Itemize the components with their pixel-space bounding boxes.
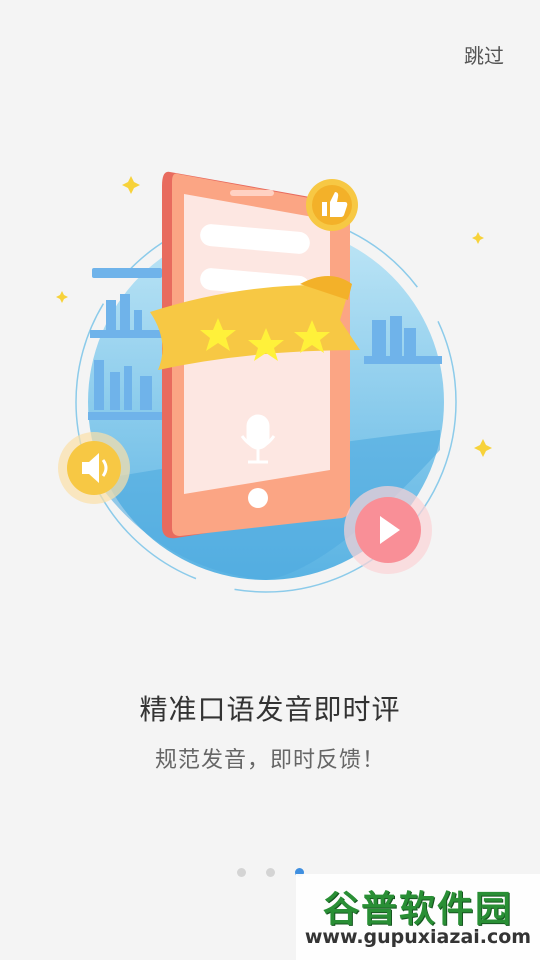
onboarding-title: 精准口语发音即时评 bbox=[139, 693, 401, 726]
onboarding-subtitle: 规范发音，即时反馈！ bbox=[154, 748, 385, 773]
speaking-illustration bbox=[56, 171, 492, 593]
play-icon bbox=[344, 486, 432, 574]
page-dot[interactable] bbox=[265, 868, 275, 877]
skip-button[interactable]: 跳过 bbox=[464, 40, 504, 69]
watermark: 谷普软件园 www.gupuxiazai.com bbox=[296, 874, 540, 960]
speaker-icon bbox=[58, 432, 130, 504]
watermark-url: www.gupuxiazai.com bbox=[304, 926, 532, 948]
thumbs-up-icon bbox=[306, 179, 358, 231]
watermark-title: 谷普软件园 bbox=[322, 889, 513, 930]
page-dot[interactable] bbox=[236, 868, 246, 877]
